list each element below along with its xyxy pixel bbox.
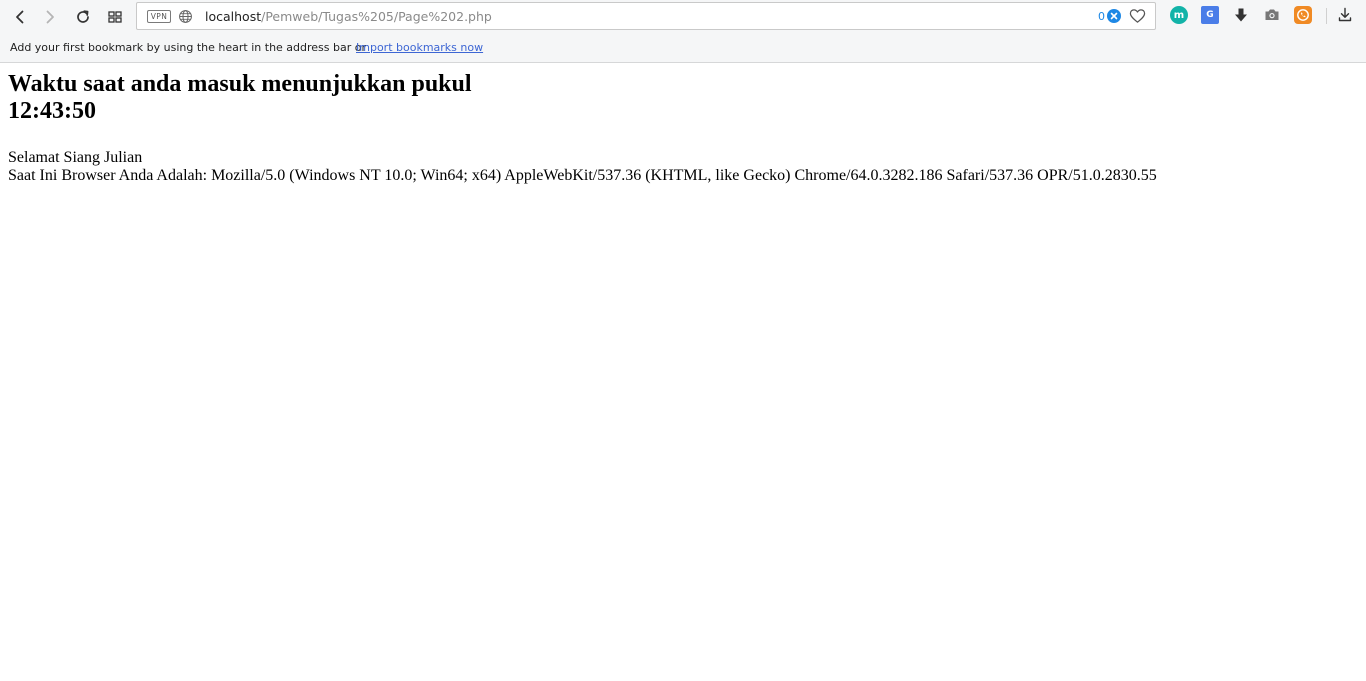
phone-chat-icon [1297,9,1309,21]
translate-extension-button[interactable]: G [1201,6,1219,24]
url-text[interactable]: localhost/Pemweb/Tugas%205/Page%202.php [205,9,492,25]
grid-icon [108,11,122,23]
forward-arrow-icon [46,10,54,24]
vpn-badge[interactable]: VPN [147,10,171,23]
heading-time: 12:43:50 [8,98,96,124]
extension-m-button[interactable]: m [1170,6,1188,24]
reload-button[interactable] [71,5,95,29]
forward-button[interactable] [38,5,62,29]
download-extension-button[interactable] [1232,6,1250,24]
bookmarks-bar-message: Add your first bookmark by using the hea… [10,41,367,54]
address-bar[interactable]: VPN localhost/Pemweb/Tugas%205/Page%202.… [136,2,1156,30]
arrow-down-icon [1235,8,1247,22]
adblock-count: 0 [1098,10,1105,23]
bookmark-heart-icon[interactable] [1129,8,1146,24]
camera-icon [1265,9,1279,20]
greeting-text: Selamat Siang Julian [8,149,143,166]
back-button[interactable] [8,5,32,29]
url-host: localhost [205,9,262,24]
adblock-x-icon [1110,12,1118,20]
import-bookmarks-link[interactable]: Import bookmarks now [356,41,483,55]
user-agent-text: Saat Ini Browser Anda Adalah: Mozilla/5.… [8,167,1157,184]
globe-icon[interactable] [178,9,193,24]
snapshot-button[interactable] [1263,6,1281,24]
chat-extension-button[interactable] [1294,6,1312,24]
download-icon [1338,7,1352,22]
back-arrow-icon [16,10,24,24]
downloads-button[interactable] [1336,6,1354,24]
speed-dial-button[interactable] [103,5,127,29]
toolbar-separator [1326,8,1327,24]
page-heading: Waktu saat anda masuk menunjukkan pukul … [8,71,1358,125]
reload-icon [77,10,89,23]
page-content: Waktu saat anda masuk menunjukkan pukul … [8,71,1358,185]
url-path: /Pemweb/Tugas%205/Page%202.php [261,9,492,24]
adblock-button[interactable] [1107,9,1121,23]
browser-toolbar: VPN localhost/Pemweb/Tugas%205/Page%202.… [0,0,1366,35]
heading-text: Waktu saat anda masuk menunjukkan pukul [8,71,472,97]
